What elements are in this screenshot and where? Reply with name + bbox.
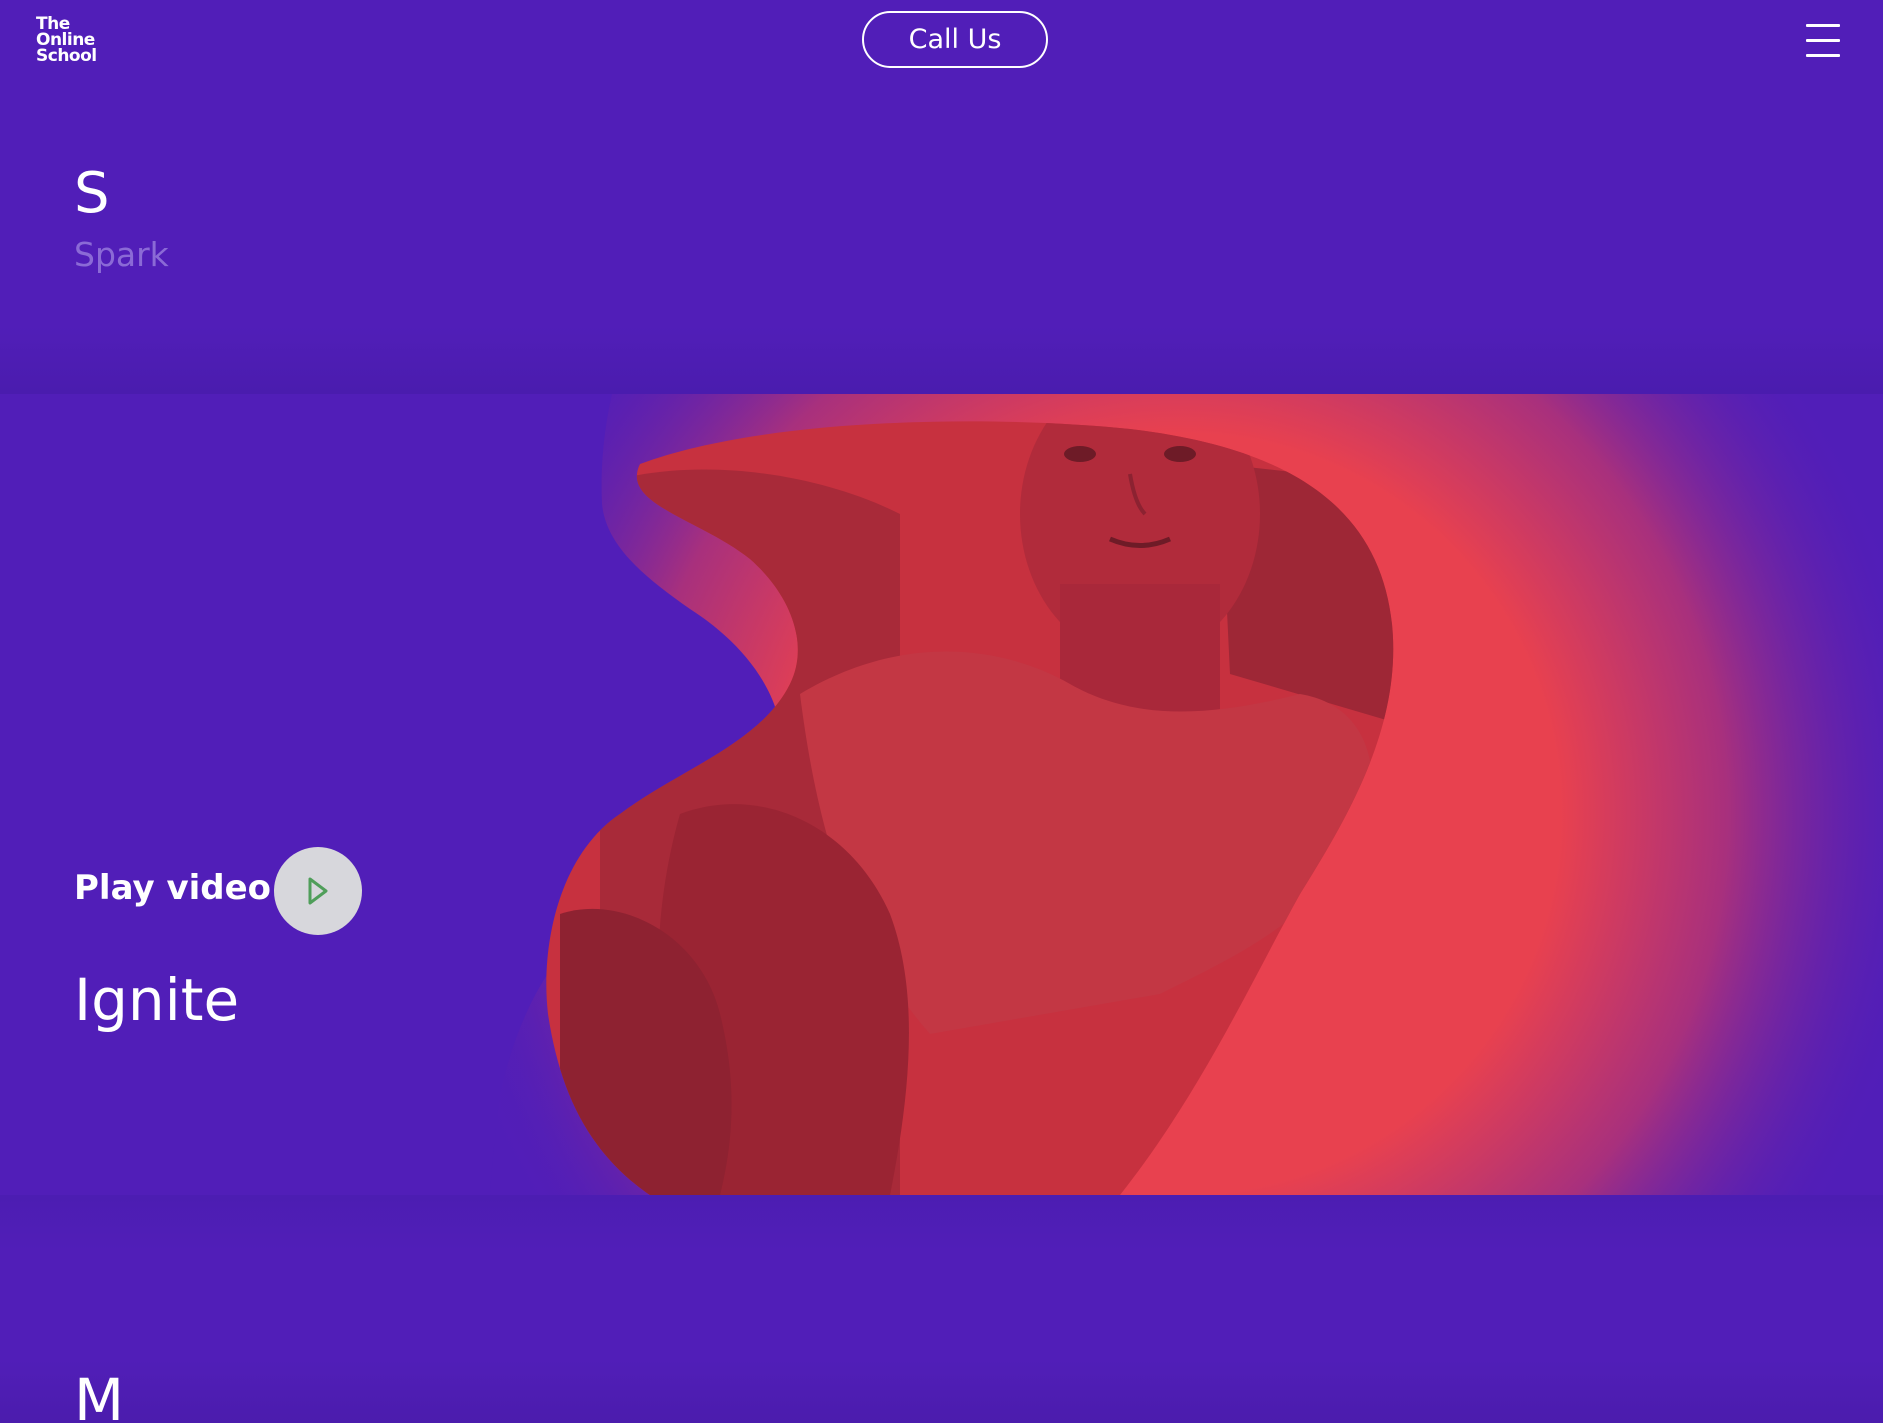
play-video-link[interactable]: Play video — [74, 868, 271, 908]
section-letter: S — [74, 161, 110, 226]
section-label: Spark — [74, 235, 169, 274]
logo-line-3: School — [36, 46, 97, 66]
site-logo[interactable]: The Online School — [36, 16, 97, 66]
hamburger-menu-icon[interactable] — [1806, 22, 1840, 58]
page: The Online School Call Us S Spark Play v… — [0, 0, 1883, 1423]
hero-image — [0, 394, 1883, 1195]
menu-bar — [1806, 54, 1840, 57]
play-icon — [308, 877, 328, 905]
call-us-button[interactable]: Call Us — [862, 11, 1048, 68]
hero-title: Ignite — [74, 966, 240, 1034]
hero-banner — [0, 394, 1883, 1195]
play-video-button[interactable] — [274, 847, 362, 935]
next-section — [0, 1195, 1883, 1423]
site-header: The Online School Call Us — [0, 0, 1883, 84]
menu-bar — [1806, 39, 1840, 42]
menu-bar — [1806, 24, 1840, 27]
spark-section — [0, 84, 1883, 394]
section-letter: M — [74, 1366, 125, 1423]
